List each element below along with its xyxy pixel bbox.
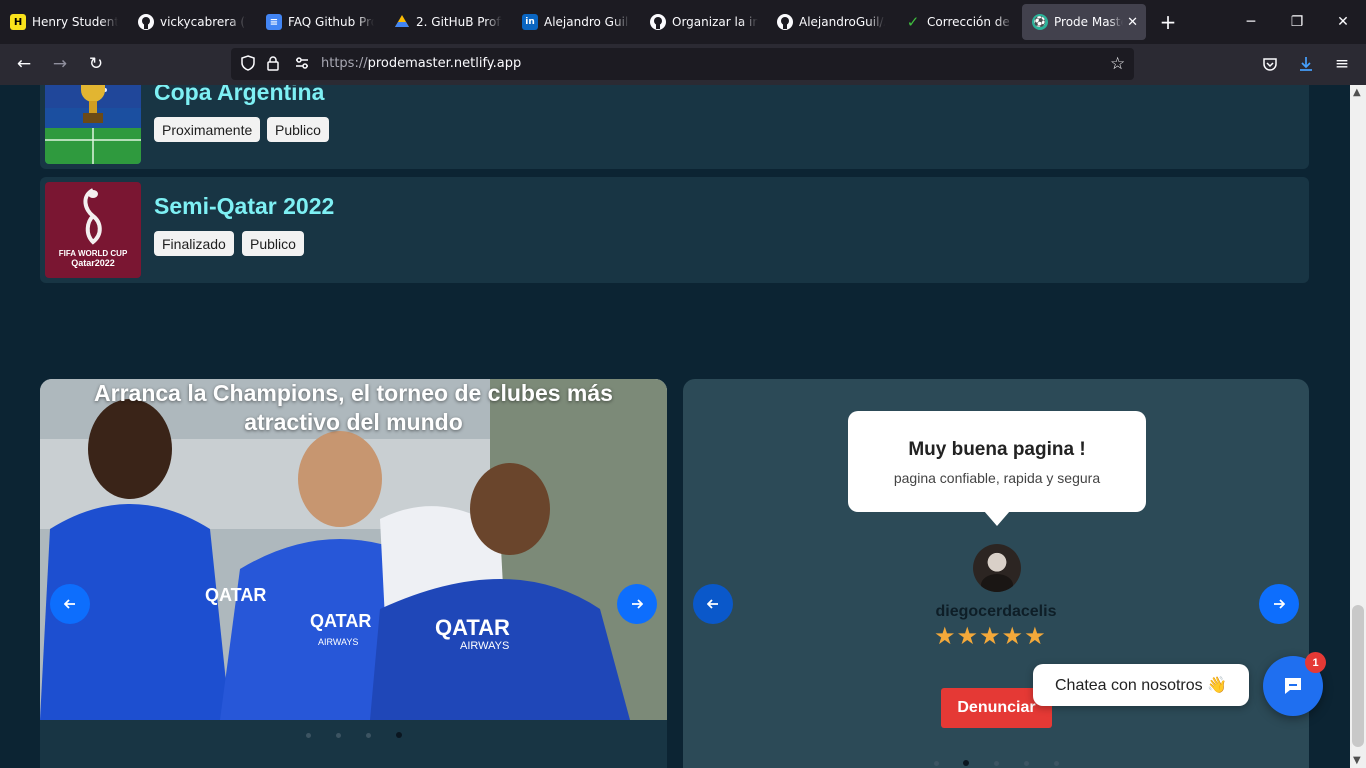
chat-icon [1285,678,1301,694]
news-carousel: QATAR QATAR QATAR AIRWAYS AIRWAYS Arranc… [40,379,667,768]
menu-icon[interactable]: ≡ [1326,48,1358,80]
carousel-dot[interactable] [994,761,999,766]
docs-icon: ≡ [266,14,282,30]
jersey-text: QATAR [205,585,266,605]
reload-button[interactable]: ↻ [80,48,112,80]
review-title: Muy buena pagina ! [908,439,1086,460]
restore-button[interactable]: ❐ [1274,0,1320,44]
carousel-dot[interactable] [1024,761,1029,766]
minimize-button[interactable]: ─ [1228,0,1274,44]
tab-github-profile[interactable]: 2. GitHuB Profile [384,4,510,40]
review-text: pagina confiable, rapida y segura [893,470,1101,486]
review-bubble: Muy buena pagina ! pagina confiable, rap… [848,411,1146,526]
back-button[interactable]: ← [8,48,40,80]
chat-message-bubble[interactable]: Chatea con nosotros 👋 [1033,664,1249,706]
jersey-text: AIRWAYS [318,637,358,647]
arrow-right-icon [1274,599,1285,609]
carousel-dot[interactable] [1054,761,1059,766]
scroll-up-icon[interactable]: ▲ [1353,87,1361,98]
star-icon: ★ [956,622,980,650]
browser-tab-bar: H Henry Students vickycabrera (Vi ≡ FAQ … [0,0,1366,44]
close-window-button[interactable]: ✕ [1320,0,1366,44]
scroll-down-icon[interactable]: ▼ [1353,755,1361,766]
tab-vickycabrera[interactable]: vickycabrera (Vi [128,4,254,40]
carousel-dot-active[interactable] [963,760,969,766]
avatar [973,544,1021,592]
chat-notification-badge: 1 [1305,652,1326,673]
news-title: Arranca la Champions, el torneo de clube… [94,380,613,435]
carousel-dot-active[interactable] [396,732,402,738]
prode-icon: ⚽ [1032,14,1048,30]
tournament-card-copa-argentina[interactable]: Copa Argentina Proximamente Publico [40,85,1309,169]
permissions-icon[interactable] [294,55,310,75]
github-icon [777,14,793,30]
trophy-image [45,85,141,164]
news-prev-button[interactable] [50,584,90,624]
carousel-dot[interactable] [336,733,341,738]
visibility-badge: Publico [242,231,304,256]
qatar-logo-image: FIFA WORLD CUP Qatar2022 [45,182,141,278]
pocket-icon[interactable] [1254,48,1286,80]
status-badge: Finalizado [154,231,234,256]
tournament-name: Semi-Qatar 2022 [154,193,335,219]
address-bar[interactable]: https://prodemaster.netlify.app ☆ [231,48,1134,80]
tab-alejandroguil[interactable]: AlejandroGuil/A [767,4,893,40]
rating-stars: ★★★★★ [934,622,1047,650]
check-icon: ✓ [906,13,920,31]
tab-organizar[interactable]: Organizar la info [640,4,766,40]
carousel-dot[interactable] [934,761,939,766]
linkedin-icon: in [522,14,538,30]
jersey-text: QATAR [310,611,371,631]
tab-henry-students[interactable]: H Henry Students [0,4,126,40]
github-icon [650,14,666,30]
tab-linkedin[interactable]: in Alejandro Guil | [512,4,638,40]
logo-text-qatar: Qatar2022 [71,258,115,268]
jersey-text: QATAR [435,615,510,640]
tab-prode-master[interactable]: ⚽ Prode Master ✕ [1022,4,1146,40]
new-tab-button[interactable]: + [1150,4,1186,40]
review-username: diegocerdacelis [935,603,1057,620]
reviews-prev-button[interactable] [693,584,733,624]
arrow-right-icon [632,599,643,609]
url-text[interactable]: https://prodemaster.netlify.app [321,56,521,71]
downloads-icon[interactable] [1290,48,1322,80]
forward-button[interactable]: → [44,48,76,80]
reviews-carousel: Muy buena pagina ! pagina confiable, rap… [683,379,1309,768]
close-tab-icon[interactable]: ✕ [1127,15,1138,30]
bookmark-star-icon[interactable]: ☆ [1110,54,1125,74]
drive-icon [394,14,410,30]
reviews-next-button[interactable] [1259,584,1299,624]
star-icon: ★ [979,622,1002,650]
tab-faq-github[interactable]: ≡ FAQ Github Prof [256,4,382,40]
tournament-card-semi-qatar[interactable]: FIFA WORLD CUP Qatar2022 Semi-Qatar 2022… [40,177,1309,283]
page-scrollbar[interactable]: ▲ ▼ [1350,85,1366,768]
henry-icon: H [10,14,26,30]
shield-icon[interactable] [240,55,256,75]
github-icon [138,14,154,30]
carousel-dot[interactable] [306,733,311,738]
arrow-left-icon [707,599,718,609]
jersey-text: AIRWAYS [460,640,509,652]
star-icon: ★ [1001,622,1025,650]
tab-correccion[interactable]: ✓ Corrección de To [895,4,1021,40]
star-icon: ★ [934,622,957,650]
status-badge: Proximamente [154,117,261,142]
logo-text-fifa: FIFA WORLD CUP [59,249,128,258]
scrollbar-thumb[interactable] [1352,605,1364,747]
lock-icon[interactable] [266,55,280,75]
visibility-badge: Publico [267,117,329,142]
arrow-left-icon [64,599,75,609]
tournament-name: Copa Argentina [154,85,325,105]
carousel-dot[interactable] [366,733,371,738]
news-next-button[interactable] [617,584,657,624]
star-icon: ★ [1024,622,1047,650]
browser-nav-bar: ← → ↻ https://prodemaster.netlify.app ☆ … [0,44,1366,85]
